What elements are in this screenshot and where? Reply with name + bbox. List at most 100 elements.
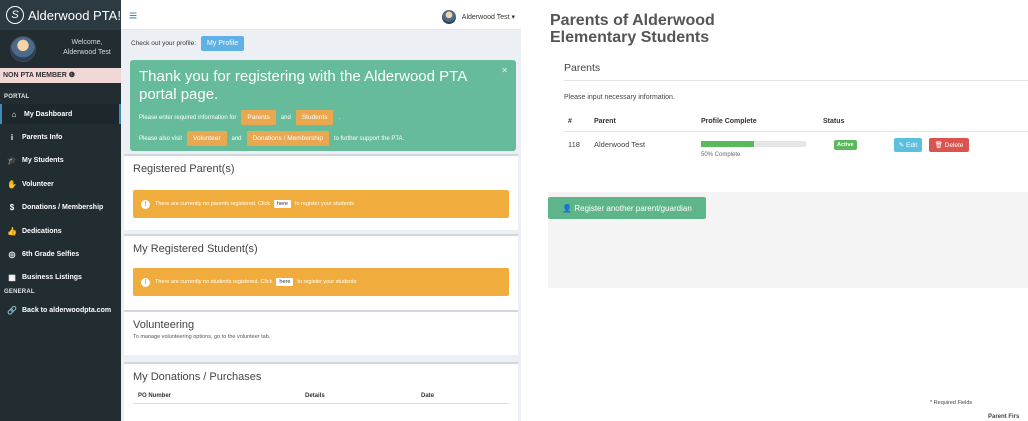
alert-text: There are currently no students register… [155,279,273,285]
welcome-callout: ✕ Thank you for registering with the Ald… [130,60,516,151]
row-id: 118 [568,140,580,149]
sidebar-item-parents-info[interactable]: i Parents Info [0,127,121,147]
sidebar-item-donations[interactable]: $ Donations / Membership [0,197,121,217]
chevron-down-icon: ▾ [509,14,515,21]
callout-text: and [231,135,242,142]
column-header: PO Number [138,393,172,399]
delete-label: Delete [944,141,964,149]
sidebar-item-dedications[interactable]: 👍 Dedications [0,221,121,241]
callout-text: to further support the PTA. [333,135,405,142]
here-link[interactable]: here [273,200,291,208]
dashboard-screen: S Alderwood PTA! Welcome, Alderwood Test… [0,0,521,421]
nav-header-portal: PORTAL [4,94,30,100]
info-icon: i [10,132,14,142]
alert-text: There are currently no parents registere… [155,201,270,207]
sidebar-item-label: Back to alderwoodpta.com [22,306,112,314]
column-header: Status [823,118,845,125]
graduation-cap-icon: 🎓 [7,155,17,165]
trash-icon: 🗑 [934,142,945,149]
register-parent-button[interactable]: 👤 Register another parent/guardian [548,197,706,219]
divider [564,80,1028,81]
parents-box: Parents Please input necessary informati… [548,52,1028,192]
progress-fill [701,141,754,147]
welcome-label: Welcome, [71,39,103,46]
alert-text: to register your students [294,201,354,207]
edit-button[interactable]: ✎ Edit [894,138,922,152]
sidebar-item-business-listings[interactable]: ▦ Business Listings [0,267,121,287]
sidebar-item-label: My Students [22,156,64,164]
callout-line-support: Please also visit Volunteer and Donation… [139,131,516,146]
callout-text: and [280,114,291,121]
students-link-button[interactable]: Students [295,110,334,125]
welcome-text: Welcome, Alderwood Test [55,38,119,58]
nav-header-general: GENERAL [4,289,35,295]
sidebar-item-back-link[interactable]: 🔗 Back to alderwoodpta.com [0,300,121,320]
pencil-icon: ✎ [898,142,907,149]
avatar [10,36,36,62]
user-menu-name: Alderwood Test [461,13,510,21]
box-title: Registered Parent(s) [133,163,235,175]
sidebar-item-label: Parents Info [22,133,63,141]
box-title: Parents [564,62,601,74]
hand-icon: ✋ [7,179,17,189]
user-menu[interactable]: Alderwood Test ▾ [441,10,515,24]
main-content: Check out your profile: My Profile ✕ Tha… [121,30,521,421]
column-header: Profile Complete [701,118,757,125]
brand-title: Alderwood PTA! [28,7,121,23]
user-panel: Welcome, Alderwood Test [0,30,121,68]
close-icon[interactable]: ✕ [501,66,508,75]
membership-status-badge: NON PTA MEMBER ❶ [0,68,121,83]
divider [564,131,1028,132]
registered-parents-box: Registered Parent(s) ! There are current… [124,154,518,230]
here-link[interactable]: here [276,278,294,286]
sidebar-item-label: Volunteer [22,180,54,188]
column-header: Details [305,393,325,399]
top-navbar: ≡ Alderwood Test ▾ [121,0,521,30]
registered-students-box: My Registered Student(s) ! There are cur… [124,234,518,314]
box-title: My Registered Student(s) [133,243,258,255]
progress-label: 50% Complete [701,152,741,158]
callout-text: . [338,114,341,121]
info-icon: ❶ [68,72,76,79]
donations-link-button[interactable]: Donations / Membership [246,131,329,146]
building-icon: ▦ [8,272,16,282]
sidebar-item-label: Dedications [22,227,62,235]
required-fields-note: * Required Fields [930,400,973,406]
register-label: Register another parent/guardian [574,203,692,213]
home-icon: ⌂ [11,109,17,119]
status-badge: Active [834,140,857,150]
column-header: Parent [594,118,616,125]
membership-status: NON PTA MEMBER [3,72,67,79]
callout-text: Please also visit [139,135,183,142]
link-icon: 🔗 [7,305,17,315]
parents-screen: Parents of Alderwood Elementary Students… [536,0,1028,421]
callout-line-required: Please enter required information for Pa… [139,110,516,125]
hamburger-menu-icon[interactable]: ≡ [129,7,137,23]
alert-text: to register your students [297,279,357,285]
volunteer-link-button[interactable]: Volunteer [187,131,227,146]
sidebar-item-selfies[interactable]: ◎ 6th Grade Selfies [0,244,121,264]
row-parent-name: Alderwood Test [594,140,646,149]
cut-off-field-label: Parent Firs [988,414,1020,420]
my-profile-button[interactable]: My Profile [201,36,245,51]
user-name: Alderwood Test [63,49,111,56]
box-title: My Donations / Purchases [133,371,262,383]
column-header: Date [421,393,435,399]
page-title: Parents of Alderwood Elementary Students [550,12,715,46]
sidebar-item-my-students[interactable]: 🎓 My Students [0,150,121,170]
no-parents-alert: ! There are currently no parents registe… [133,190,509,218]
donations-table-header: PO Number Details Date [133,390,509,404]
pta-logo-icon: S [6,6,24,24]
sidebar-item-volunteer[interactable]: ✋ Volunteer [0,174,121,194]
delete-button[interactable]: 🗑 Delete [929,138,969,152]
info-text: Please input necessary information. [564,94,675,101]
dollar-icon: $ [9,202,15,212]
parents-link-button[interactable]: Parents [241,110,276,125]
sidebar-item-label: Business Listings [22,273,82,281]
volunteering-box: Volunteering To manage volunteering opti… [124,310,518,355]
brand-link[interactable]: S Alderwood PTA! [0,0,121,30]
info-icon: ! [141,199,150,209]
profile-prompt: Check out your profile: [131,40,197,47]
sidebar-item-dashboard[interactable]: ⌂ My Dashboard [0,104,121,124]
edit-label: Edit [906,141,918,149]
